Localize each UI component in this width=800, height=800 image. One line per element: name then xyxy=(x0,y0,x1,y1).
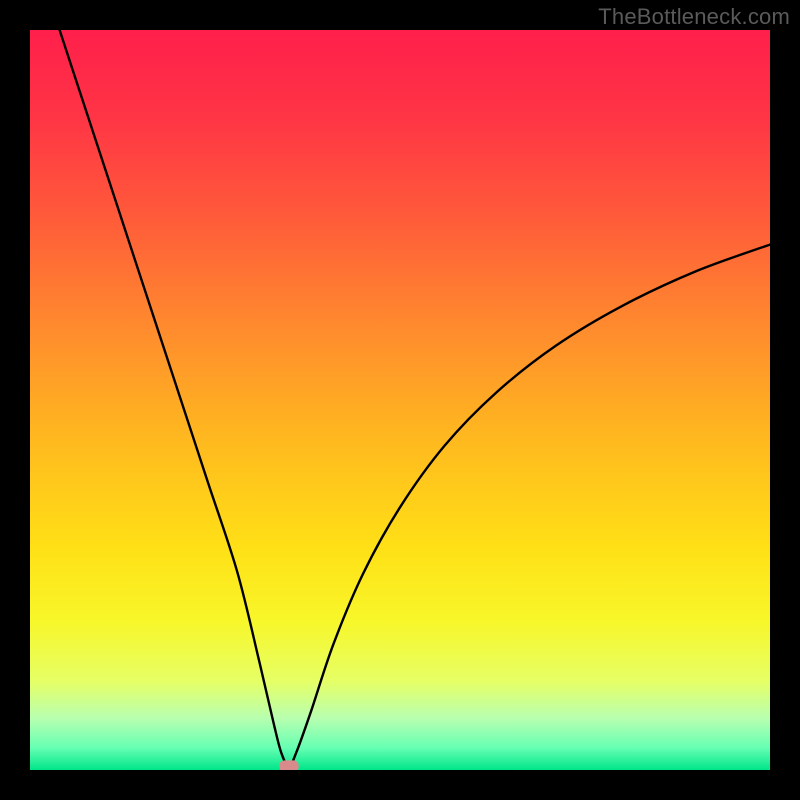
plot-area xyxy=(30,30,770,770)
watermark-text: TheBottleneck.com xyxy=(598,4,790,30)
minimum-marker xyxy=(279,760,298,770)
plot-svg xyxy=(30,30,770,770)
plot-background xyxy=(30,30,770,770)
chart-frame: TheBottleneck.com xyxy=(0,0,800,800)
